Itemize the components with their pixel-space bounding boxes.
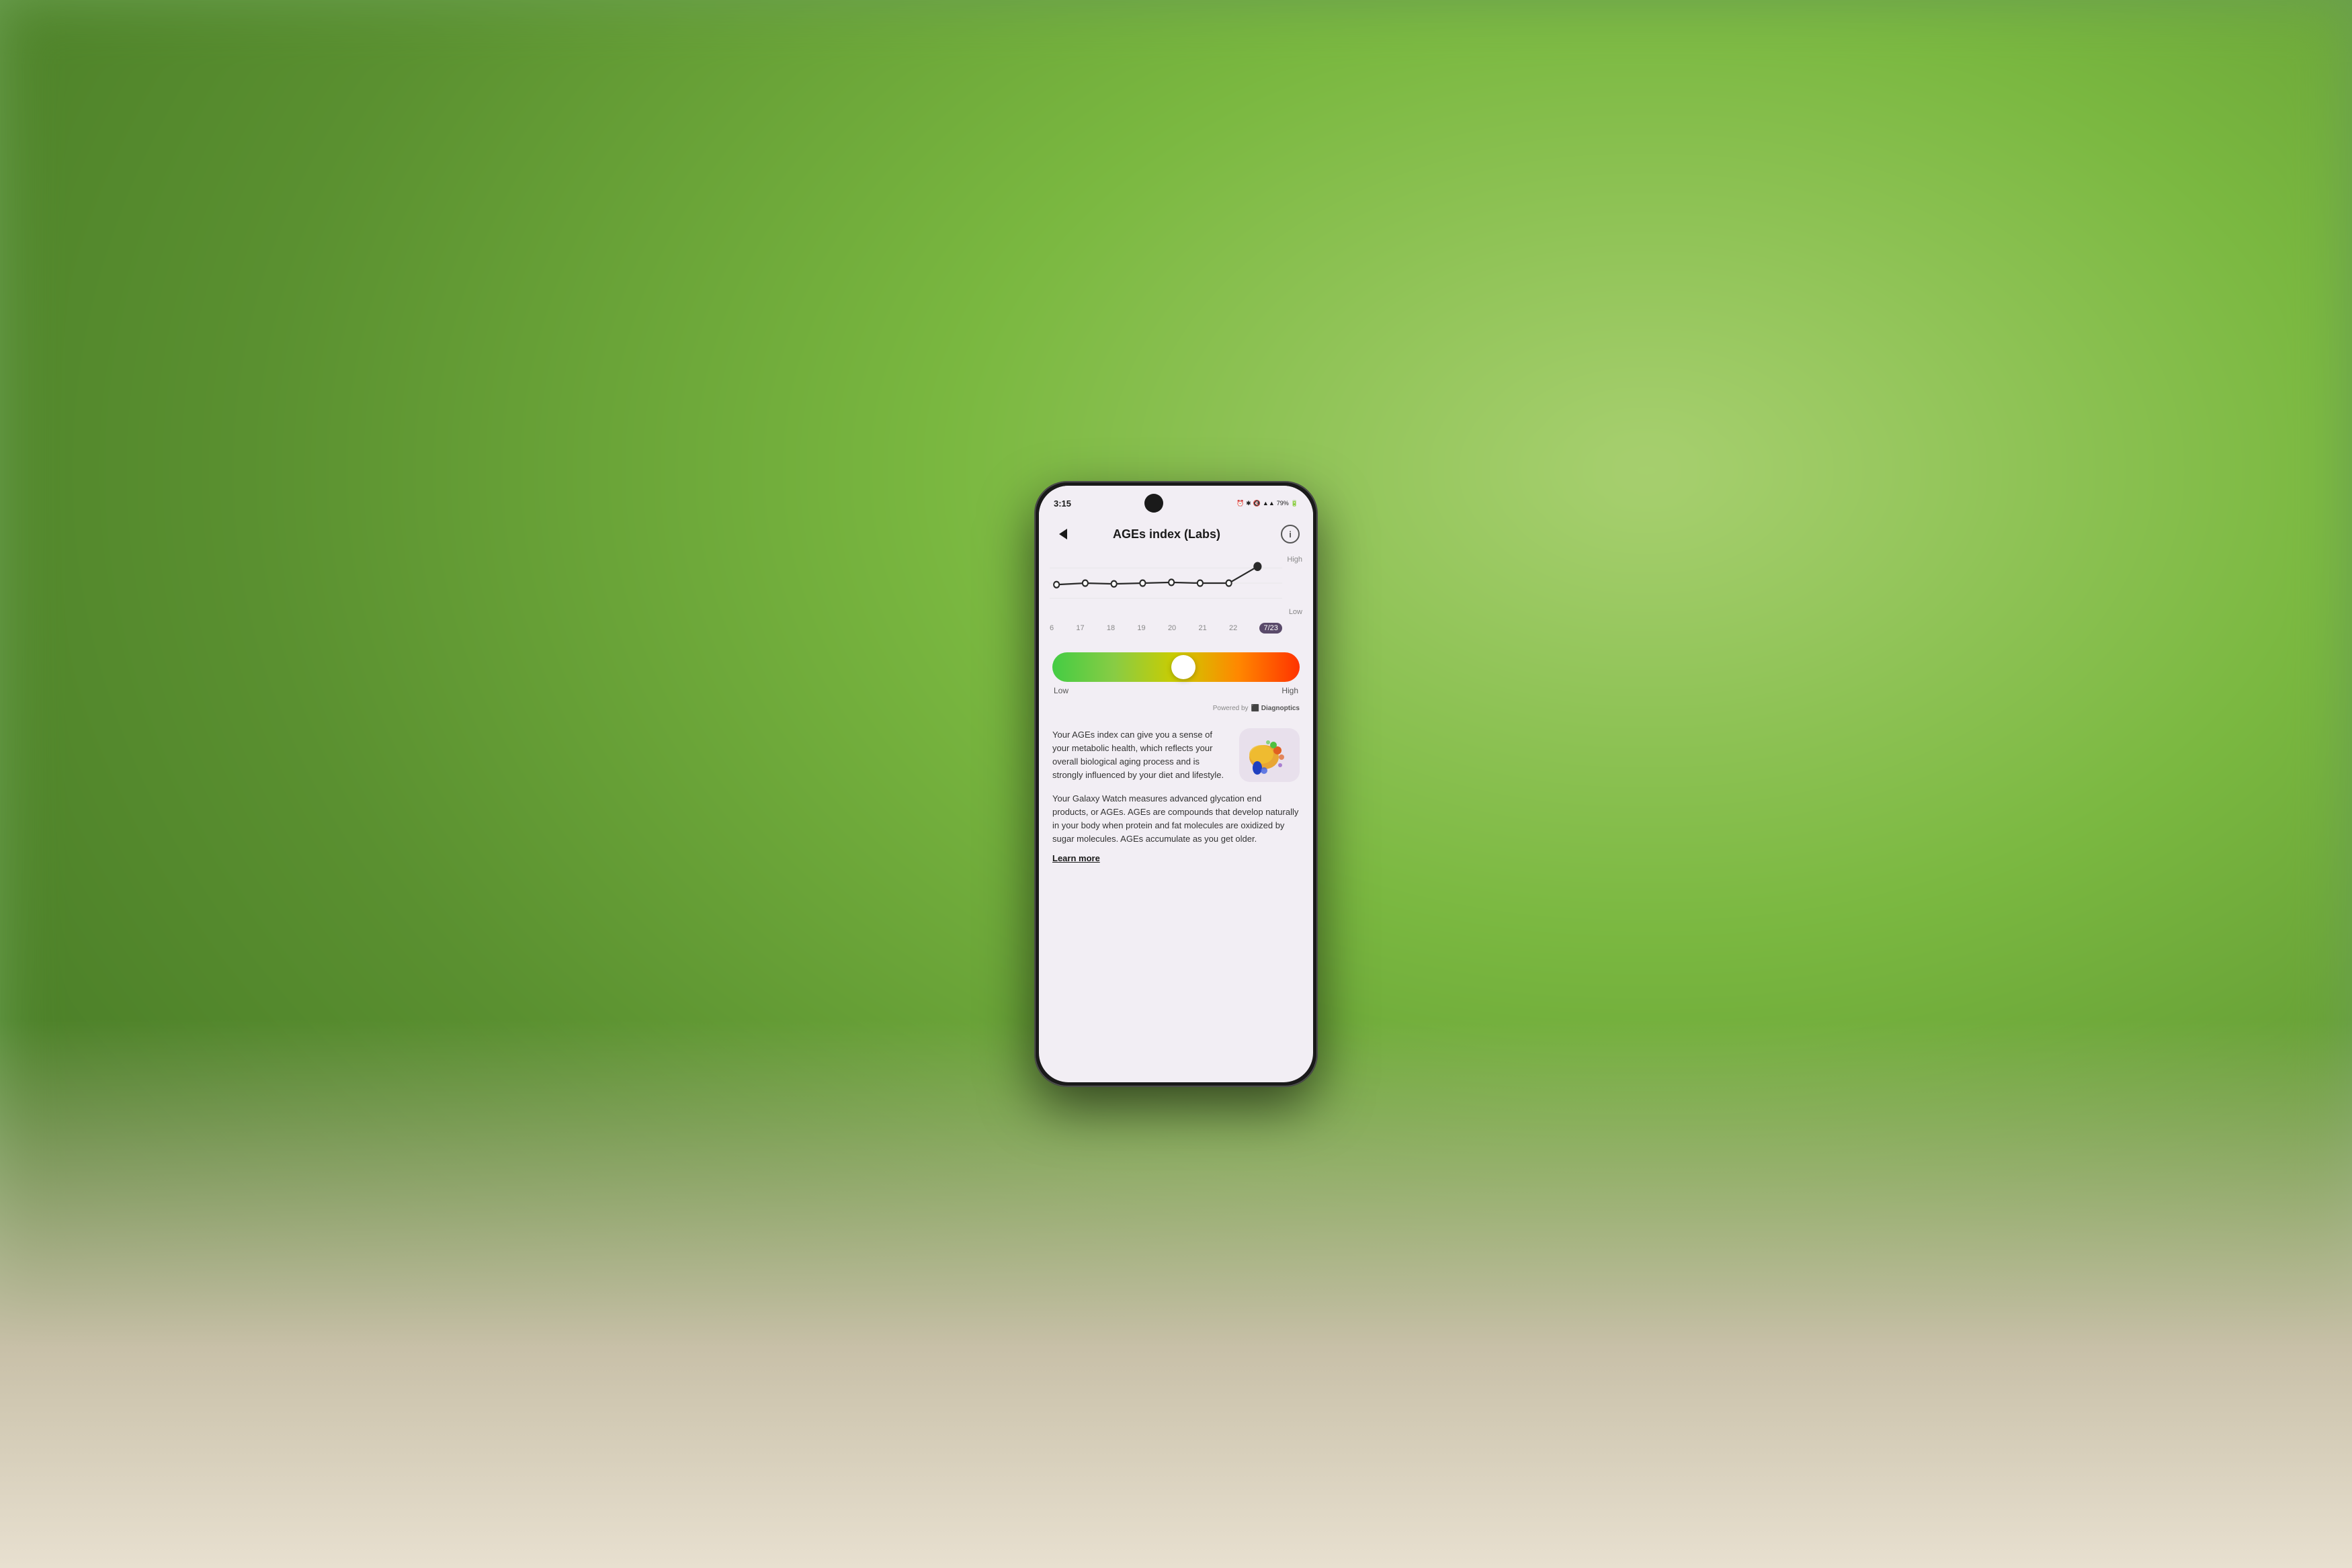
chart-date-6: 22 — [1229, 624, 1237, 632]
alarm-icon: ⏰ — [1236, 500, 1244, 507]
battery-text: 79% — [1277, 500, 1289, 507]
description-paragraph-2: Your Galaxy Watch measures advanced glyc… — [1052, 792, 1300, 846]
description-top: Your AGEs index can give you a sense of … — [1052, 728, 1300, 783]
gauge-section: Low High — [1039, 642, 1313, 701]
gauge-label-low: Low — [1054, 686, 1068, 695]
mute-icon: 🔇 — [1253, 500, 1261, 507]
phone-shell: 3:15 ⏰ ✱ 🔇 ▲▲ 79% 🔋 AGEs index (Labs) i — [1035, 482, 1317, 1086]
gauge-labels: Low High — [1052, 686, 1300, 695]
app-header: AGEs index (Labs) i — [1039, 517, 1313, 550]
battery-icon: 🔋 — [1291, 500, 1298, 507]
chart-svg — [1050, 553, 1282, 613]
camera-notch — [1144, 494, 1163, 513]
status-icons: ⏰ ✱ 🔇 ▲▲ 79% 🔋 — [1236, 500, 1298, 507]
gauge-thumb — [1171, 655, 1195, 679]
chart-line-area — [1050, 553, 1282, 613]
chart-label-low: Low — [1289, 608, 1302, 616]
description-section: Your AGEs index can give you a sense of … — [1039, 720, 1313, 878]
status-time: 3:15 — [1054, 498, 1071, 509]
bluetooth-icon: ✱ — [1246, 500, 1251, 507]
page-title: AGEs index (Labs) — [1052, 527, 1281, 541]
chart-date-7-active: 7/23 — [1259, 623, 1282, 634]
powered-by-logo: Powered by ⬛ Diagnoptics — [1213, 705, 1300, 712]
gauge-bar — [1052, 652, 1300, 682]
diagnoptics-brand: ⬛ Diagnoptics — [1251, 705, 1300, 712]
phone-screen: 3:15 ⏰ ✱ 🔇 ▲▲ 79% 🔋 AGEs index (Labs) i — [1039, 486, 1313, 1082]
signal-icon: ▲▲ — [1263, 500, 1275, 507]
powered-by-label: Powered by — [1213, 705, 1249, 712]
background-light — [0, 1019, 2352, 1568]
chart-date-1: 17 — [1076, 624, 1084, 632]
learn-more-link[interactable]: Learn more — [1052, 853, 1100, 863]
status-bar: 3:15 ⏰ ✱ 🔇 ▲▲ 79% 🔋 — [1039, 486, 1313, 517]
powered-by: Powered by ⬛ Diagnoptics — [1039, 701, 1313, 720]
chart-dates: 6 17 18 19 20 21 22 7/23 — [1050, 623, 1282, 634]
gauge-label-high: High — [1282, 686, 1298, 695]
scroll-content[interactable]: High Low — [1039, 550, 1313, 1082]
chart-date-3: 19 — [1137, 624, 1145, 632]
chart-label-high: High — [1287, 556, 1302, 564]
chart-date-0: 6 — [1050, 624, 1054, 632]
molecule-image — [1239, 728, 1300, 782]
chart-date-4: 20 — [1168, 624, 1176, 632]
info-button[interactable]: i — [1281, 525, 1300, 543]
chart-date-5: 21 — [1198, 624, 1206, 632]
chart-date-2: 18 — [1107, 624, 1115, 632]
chart-container: High Low — [1050, 553, 1302, 634]
description-paragraph-1: Your AGEs index can give you a sense of … — [1052, 728, 1231, 783]
chart-section: High Low — [1039, 550, 1313, 642]
info-icon: i — [1289, 529, 1292, 539]
molecule-svg — [1243, 732, 1296, 779]
